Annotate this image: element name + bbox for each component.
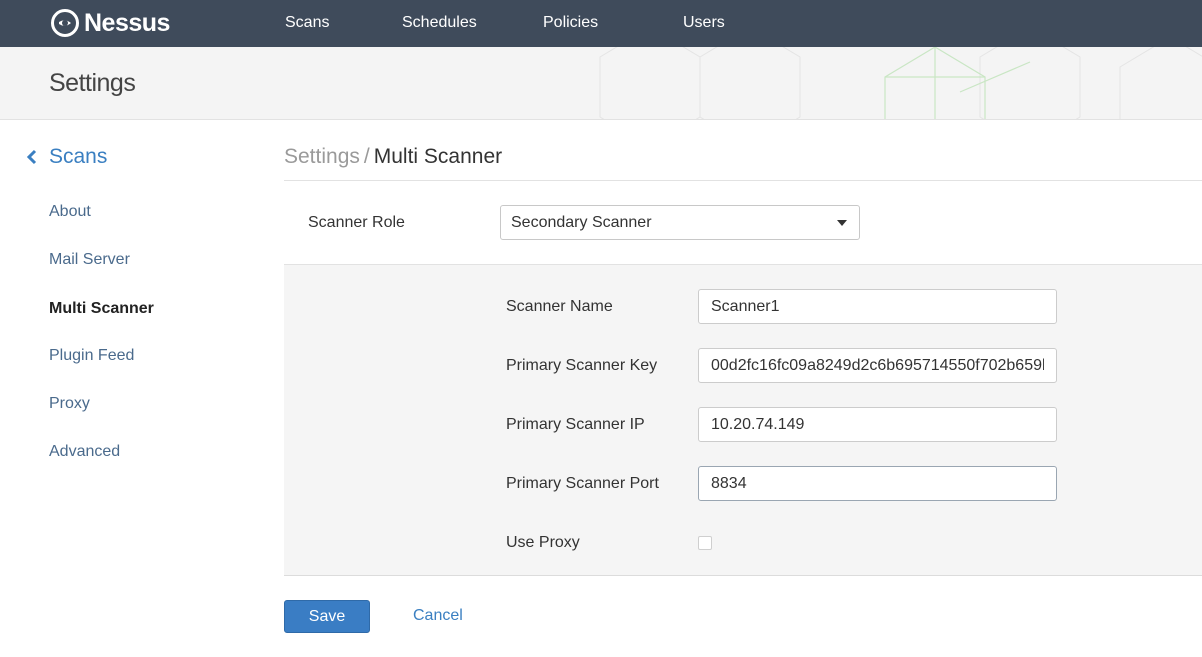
nav-scans[interactable]: Scans <box>285 14 329 32</box>
scanner-role-select[interactable]: Secondary Scanner <box>500 205 860 240</box>
breadcrumb-parent[interactable]: Settings <box>284 145 360 168</box>
nessus-logo-icon <box>51 9 79 37</box>
back-to-scans-link[interactable]: Scans <box>24 145 107 169</box>
primary-scanner-ip-input[interactable] <box>698 407 1057 442</box>
primary-scanner-key-input[interactable] <box>698 348 1057 383</box>
page-title: Settings <box>49 69 136 97</box>
primary-scanner-port-label: Primary Scanner Port <box>506 475 659 492</box>
primary-scanner-ip-label: Primary Scanner IP <box>506 416 645 433</box>
scanner-role-label: Scanner Role <box>308 214 405 231</box>
app-logo[interactable]: Nessus <box>50 6 170 40</box>
top-nav-bar: Nessus Scans Schedules Policies Users <box>0 0 1202 47</box>
primary-scanner-key-label: Primary Scanner Key <box>506 357 658 374</box>
header-decoration <box>599 47 1202 119</box>
scanner-name-input[interactable] <box>698 289 1057 324</box>
back-link-label: Scans <box>49 145 108 168</box>
chevron-left-icon <box>26 149 37 165</box>
scanner-name-label: Scanner Name <box>506 298 613 315</box>
caret-down-icon <box>837 220 847 226</box>
sidebar-item-advanced[interactable]: Advanced <box>49 443 120 461</box>
breadcrumb: Settings / Multi Scanner <box>284 145 502 169</box>
app-name: Nessus <box>84 8 170 37</box>
sidebar-item-about[interactable]: About <box>49 203 91 221</box>
cancel-link[interactable]: Cancel <box>413 607 463 625</box>
use-proxy-checkbox[interactable] <box>698 536 712 550</box>
use-proxy-label: Use Proxy <box>506 534 580 551</box>
sidebar-item-multi-scanner[interactable]: Multi Scanner <box>49 300 154 318</box>
primary-scanner-port-input[interactable] <box>698 466 1057 501</box>
nav-schedules[interactable]: Schedules <box>402 14 477 32</box>
breadcrumb-separator: / <box>363 145 370 168</box>
nav-policies[interactable]: Policies <box>543 14 598 32</box>
nav-users[interactable]: Users <box>683 14 725 32</box>
breadcrumb-current: Multi Scanner <box>373 145 503 168</box>
scanner-role-value: Secondary Scanner <box>511 214 652 231</box>
page-header: Settings <box>0 47 1202 120</box>
sidebar-item-proxy[interactable]: Proxy <box>49 395 90 413</box>
sidebar-item-mail-server[interactable]: Mail Server <box>49 251 130 269</box>
sidebar-item-plugin-feed[interactable]: Plugin Feed <box>49 347 134 365</box>
save-button[interactable]: Save <box>284 600 370 633</box>
